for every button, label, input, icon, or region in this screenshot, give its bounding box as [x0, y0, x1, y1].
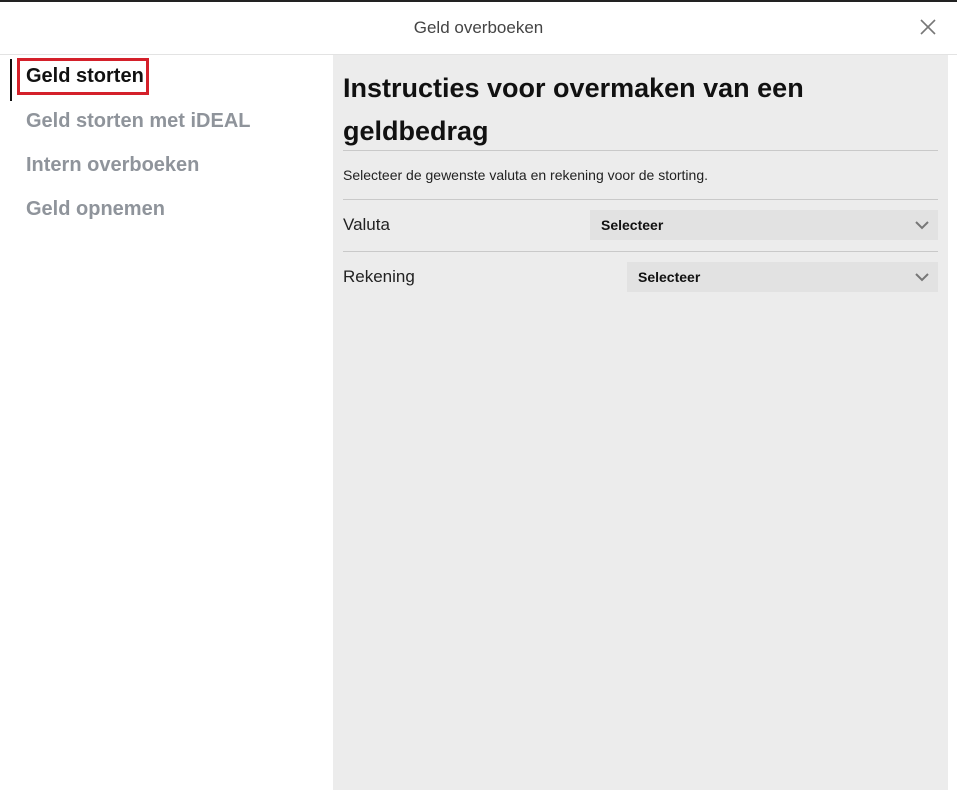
rekening-select[interactable]: Selecteer: [627, 262, 938, 292]
main-panel: Instructies voor overmaken van een geldb…: [333, 55, 948, 790]
valuta-select-value: Selecteer: [601, 217, 664, 233]
dialog-title: Geld overboeken: [413, 18, 544, 37]
rekening-label: Rekening: [343, 267, 415, 286]
sidebar-nav: Geld storten Geld storten met iDEAL Inte…: [0, 55, 333, 798]
chevron-down-icon: [915, 219, 929, 231]
instructions-text: Selecteer de gewenste valuta en rekening…: [343, 167, 709, 183]
sidebar-item-intern-overboeken[interactable]: Intern overboeken: [26, 154, 199, 177]
row-divider: [343, 199, 938, 200]
transfer-dialog: Geld overboeken Geld storten Geld storte…: [0, 0, 957, 798]
chevron-down-icon: [915, 271, 929, 283]
row-divider: [343, 251, 938, 252]
rekening-select-value: Selecteer: [638, 269, 701, 285]
page-title: Instructies voor overmaken van een geldb…: [343, 73, 804, 146]
title-divider: [343, 150, 938, 151]
close-button[interactable]: [917, 16, 939, 38]
sidebar-item-geld-opnemen[interactable]: Geld opnemen: [26, 198, 165, 221]
active-indicator: [10, 59, 12, 101]
close-icon: [920, 19, 936, 35]
sidebar-item-geld-storten[interactable]: Geld storten: [26, 65, 144, 88]
sidebar-item-geld-storten-ideal[interactable]: Geld storten met iDEAL: [26, 110, 250, 133]
dialog-header: Geld overboeken: [0, 2, 957, 55]
valuta-select[interactable]: Selecteer: [590, 210, 938, 240]
valuta-label: Valuta: [343, 215, 390, 234]
